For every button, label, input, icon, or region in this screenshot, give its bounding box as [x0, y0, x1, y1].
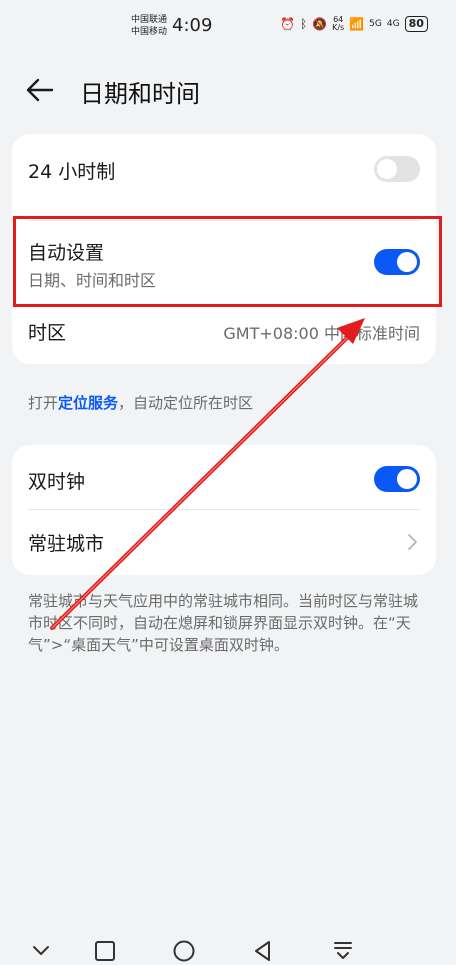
- dual-clock-row[interactable]: 双时钟: [12, 445, 436, 509]
- dual-clock-card: 双时钟 常驻城市: [12, 445, 436, 575]
- hour24-row[interactable]: 24 小时制: [12, 134, 436, 204]
- status-bar: 中国联通 中国移动 4:09 ⏰ ᛒ 🔕 64 K/s 📶 5G 4G 80: [0, 0, 456, 52]
- alarm-icon: ⏰: [280, 17, 295, 31]
- location-note: 打开定位服务，自动定位所在时区: [28, 394, 254, 412]
- recent-apps-icon[interactable]: [92, 938, 118, 964]
- net-speed: 64 K/s: [332, 15, 345, 32]
- header: 日期和时间: [0, 62, 456, 118]
- chevron-down-icon[interactable]: [28, 938, 54, 964]
- signal-4g-icon: 4G: [386, 19, 400, 29]
- notification-shade-icon[interactable]: [330, 938, 356, 964]
- page-title: 日期和时间: [80, 80, 200, 108]
- annotation-highlight-box: [13, 216, 442, 307]
- home-city-row[interactable]: 常驻城市: [12, 509, 436, 575]
- signal-5g-icon: 5G: [369, 19, 382, 29]
- battery-icon: 80: [404, 16, 428, 32]
- home-city-label: 常驻城市: [28, 533, 105, 555]
- hour24-label: 24 小时制: [28, 161, 116, 183]
- status-time: 4:09: [172, 15, 213, 36]
- screen: 中国联通 中国移动 4:09 ⏰ ᛒ 🔕 64 K/s 📶 5G 4G 80 日…: [0, 0, 456, 965]
- dual-clock-toggle[interactable]: [374, 466, 420, 492]
- carrier-info: 中国联通 中国移动: [131, 14, 167, 38]
- carrier-2: 中国移动: [131, 27, 168, 37]
- back-arrow-icon[interactable]: [24, 76, 56, 104]
- status-icons: ⏰ ᛒ 🔕 64 K/s 📶 5G 4G 80: [280, 16, 428, 32]
- timezone-row[interactable]: 时区 GMT+08:00 中国标准时间: [12, 306, 436, 364]
- carrier-1: 中国联通: [131, 15, 168, 25]
- location-service-link[interactable]: 定位服务: [58, 394, 118, 412]
- dual-clock-note: 常驻城市与天气应用中的常驻城市相同。当前时区与常驻城市时区不同时，自动在熄屏和锁…: [28, 592, 419, 654]
- dual-clock-label: 双时钟: [28, 471, 86, 493]
- home-icon[interactable]: [171, 938, 197, 964]
- mute-icon: 🔕: [312, 17, 328, 31]
- wifi-icon: 📶: [349, 17, 365, 31]
- timezone-label: 时区: [28, 322, 67, 344]
- navigation-bar: [0, 930, 456, 965]
- back-icon[interactable]: [250, 938, 276, 964]
- bluetooth-icon: ᛒ: [299, 17, 308, 31]
- chevron-right-icon: [408, 534, 417, 550]
- timezone-value: GMT+08:00 中国标准时间: [223, 324, 420, 343]
- hour24-toggle[interactable]: [374, 156, 420, 182]
